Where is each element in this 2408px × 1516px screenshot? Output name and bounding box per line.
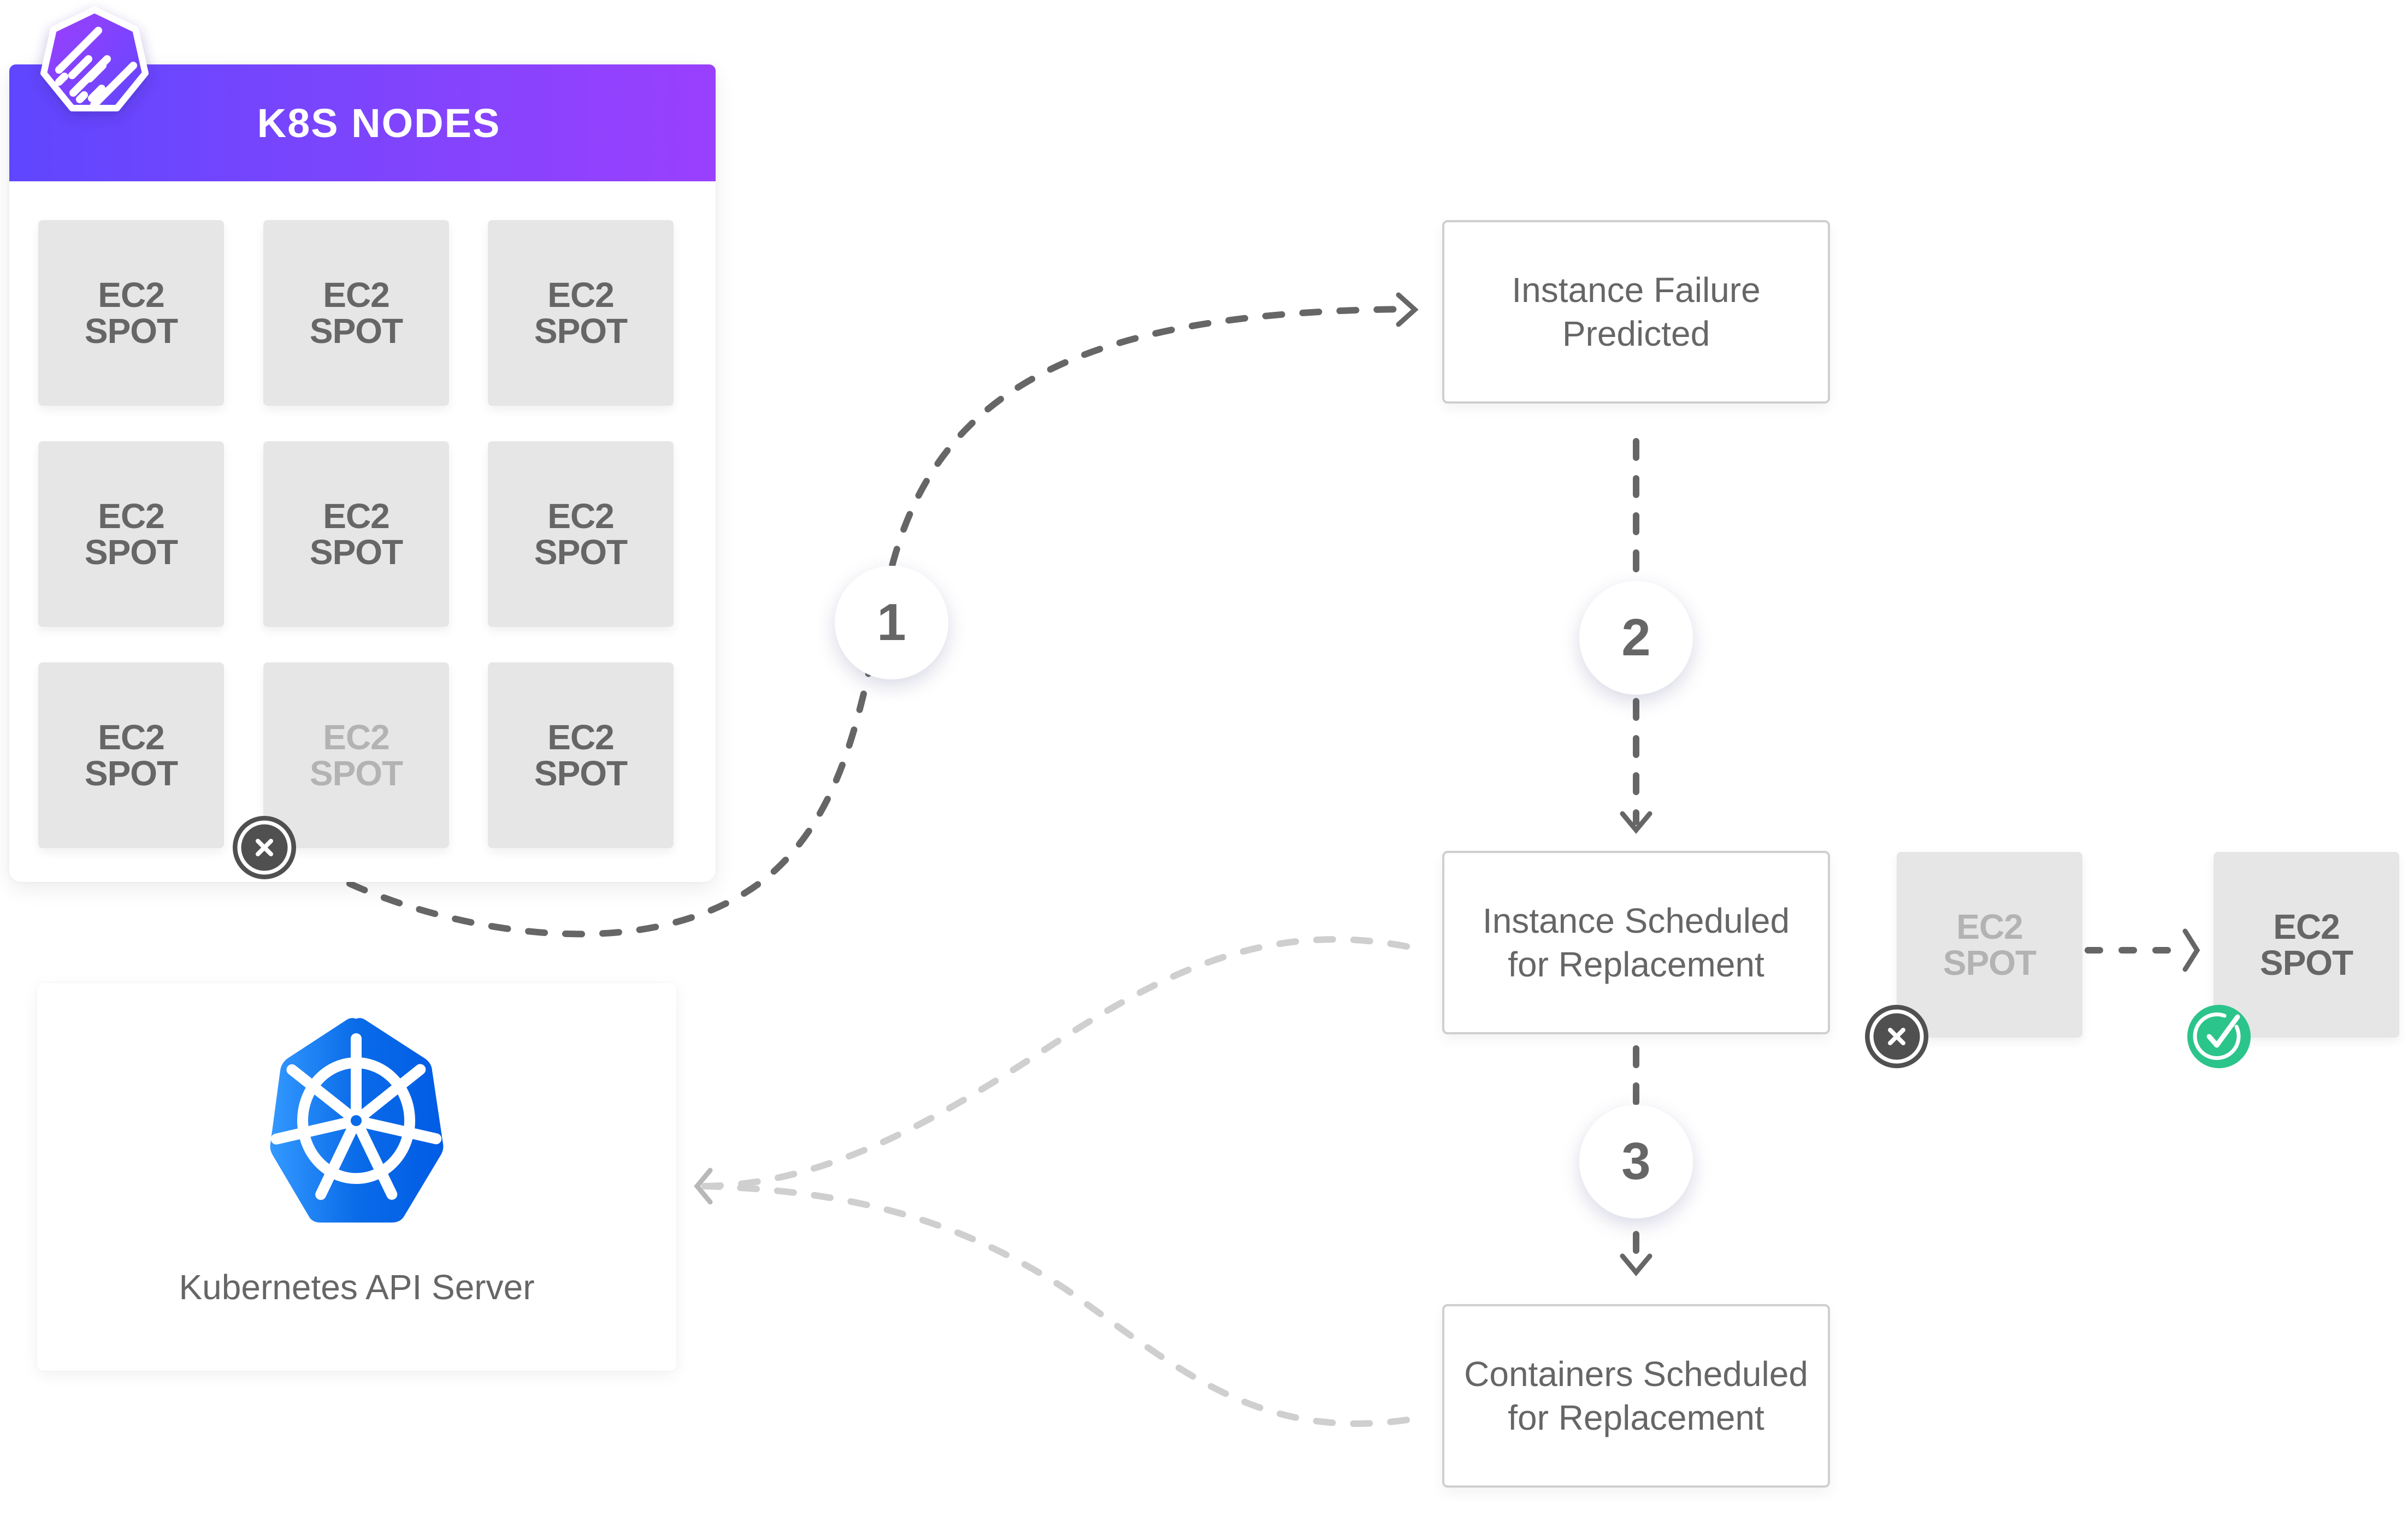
k8s-nodes-panel: K8S NODES EC2 SPOT EC2 SPOT EC2 SPOT EC2…	[9, 64, 716, 882]
tile-line2: SPOT	[1943, 943, 2037, 982]
tile-line2: SPOT	[2259, 943, 2353, 982]
close-circle-icon	[1865, 1005, 1928, 1068]
api-server-label: Kubernetes API Server	[179, 1268, 535, 1307]
ec2-spot-tile[interactable]: EC2 SPOT	[263, 220, 449, 406]
tile-line2: SPOT	[84, 754, 178, 793]
step-box-line1: Containers Scheduled	[1464, 1354, 1808, 1394]
tile-line2: SPOT	[309, 532, 403, 572]
tile-line1: EC2	[98, 275, 164, 315]
arrowhead-step-1	[1396, 292, 1419, 327]
tile-line1: EC2	[98, 496, 164, 536]
connector-box2-to-api	[701, 936, 1410, 1189]
step-number: 1	[877, 593, 906, 652]
ec2-spot-tile[interactable]: EC2 SPOT	[38, 220, 224, 406]
step-box-line2: for Replacement	[1508, 1398, 1764, 1437]
step-box-line2: for Replacement	[1508, 945, 1764, 984]
tile-line1: EC2	[1956, 907, 2023, 946]
step-2-indicator: 2	[1579, 581, 1693, 695]
step-box-instance-failure-predicted: Instance Failure Predicted	[1442, 220, 1830, 404]
kubernetes-api-server-card: Kubernetes API Server	[37, 983, 676, 1371]
connector-box3-to-api	[701, 1183, 1410, 1427]
brand-hexagon-logo-icon	[40, 7, 149, 111]
tile-line2: SPOT	[84, 311, 178, 351]
tile-line1: EC2	[323, 275, 389, 315]
check-circle-icon	[2187, 1005, 2251, 1068]
step-box-containers-scheduled-replacement: Containers Scheduled for Replacement	[1442, 1304, 1830, 1488]
step-box-line1: Instance Failure	[1512, 270, 1761, 310]
tile-line1: EC2	[323, 496, 389, 536]
step-box-line1: Instance Scheduled	[1482, 901, 1790, 940]
tile-line1: EC2	[323, 718, 389, 757]
arrowhead-step-3	[1620, 1253, 1652, 1277]
tile-line2: SPOT	[534, 311, 628, 351]
tile-line2: SPOT	[84, 532, 178, 572]
step-box-line2: Predicted	[1562, 314, 1710, 353]
step-3-indicator: 3	[1579, 1105, 1693, 1218]
ec2-spot-tile[interactable]: EC2 SPOT	[38, 441, 224, 627]
ec2-spot-tile[interactable]: EC2 SPOT	[488, 220, 674, 406]
k8s-nodes-title: K8S NODES	[257, 100, 501, 146]
tile-line2: SPOT	[309, 311, 403, 351]
tile-line2: SPOT	[534, 532, 628, 572]
step-number: 2	[1621, 608, 1651, 667]
tile-line1: EC2	[98, 718, 164, 757]
ec2-spot-tile[interactable]: EC2 SPOT	[38, 662, 224, 848]
ec2-spot-tile[interactable]: EC2 SPOT	[263, 441, 449, 627]
tile-line1: EC2	[2273, 907, 2340, 946]
ec2-spot-tile[interactable]: EC2 SPOT	[488, 662, 674, 848]
step-1-indicator: 1	[835, 566, 948, 679]
tile-line1: EC2	[547, 275, 614, 315]
step-number: 3	[1621, 1132, 1651, 1191]
tile-line2: SPOT	[309, 754, 403, 793]
ec2-spot-tile[interactable]: EC2 SPOT	[488, 441, 674, 627]
close-circle-icon	[233, 816, 296, 879]
tile-line1: EC2	[547, 496, 614, 536]
kubernetes-helm-icon	[270, 1018, 444, 1223]
tile-line2: SPOT	[534, 754, 628, 793]
tile-line1: EC2	[547, 718, 614, 757]
arrowhead-replacement	[2182, 928, 2200, 972]
step-box-instance-scheduled-replacement: Instance Scheduled for Replacement	[1442, 851, 1830, 1034]
